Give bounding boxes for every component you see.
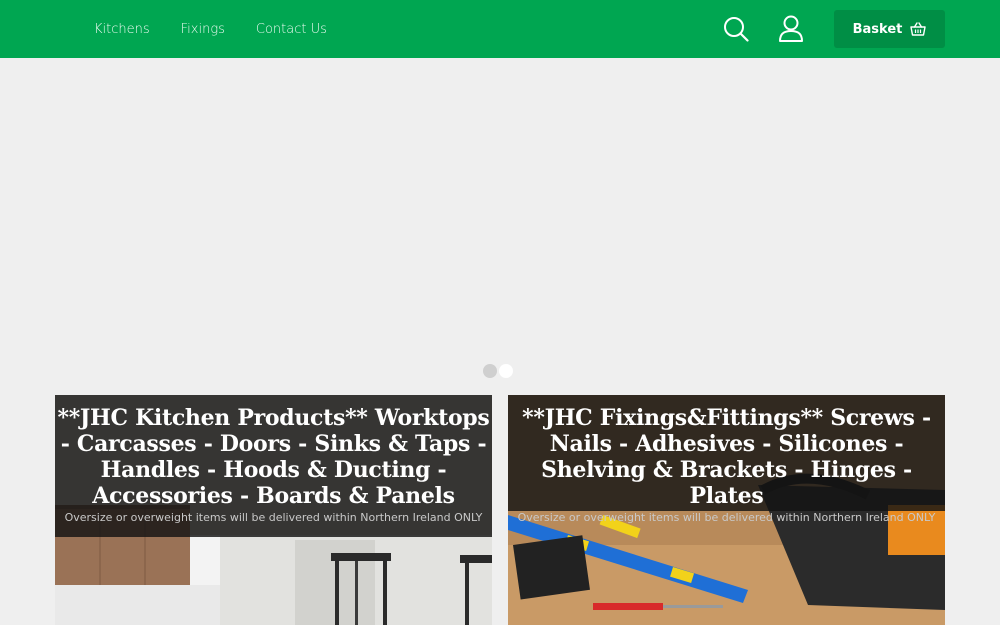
top-navigation-bar: Kitchens Fixings Contact Us Basket [0,0,1000,58]
card-title: **JHC Fixings&Fittings** Screws - Nails … [522,405,931,509]
card-subtitle: Oversize or overweight items will be del… [517,511,936,524]
basket-button[interactable]: Basket [834,10,945,48]
basket-icon [910,22,927,36]
card-overlay: **JHC Kitchen Products** Worktops - Carc… [55,395,492,537]
card-overlay: **JHC Fixings&Fittings** Screws - Nails … [508,395,945,524]
nav-link-contact-us[interactable]: Contact Us [256,22,327,37]
user-icon[interactable] [778,15,804,43]
basket-label: Basket [852,21,903,37]
hero-slider [0,58,1000,358]
slider-pagination [483,364,513,378]
nav-link-kitchens[interactable]: Kitchens [94,22,150,37]
slider-dot-2[interactable] [499,364,513,378]
category-card-fixings[interactable]: **JHC Fixings&Fittings** Screws - Nails … [508,395,945,625]
category-card-kitchens[interactable]: **JHC Kitchen Products** Worktops - Carc… [55,395,492,625]
card-subtitle: Oversize or overweight items will be del… [64,511,483,524]
slider-dot-1[interactable] [483,364,497,378]
card-title: **JHC Kitchen Products** Worktops - Carc… [57,405,490,509]
nav-link-fixings[interactable]: Fixings [181,22,225,37]
main-nav: Kitchens Fixings Contact Us [94,0,327,58]
search-icon[interactable] [723,16,749,42]
